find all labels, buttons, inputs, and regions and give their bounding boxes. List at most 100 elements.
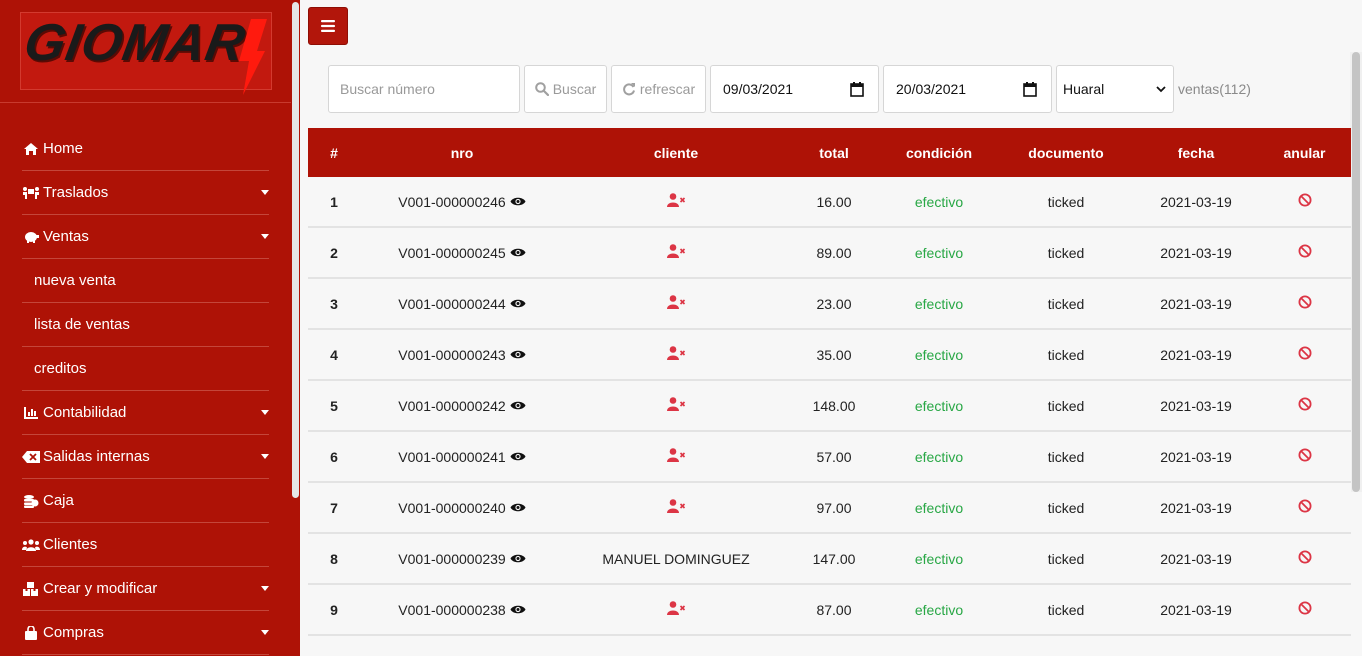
eye-icon[interactable] [510,347,526,363]
header-nro: nro [450,144,474,161]
calendar-icon[interactable] [850,82,864,97]
brand-logo[interactable]: GIOMAR [19,12,272,95]
eye-icon[interactable] [510,398,526,414]
chevron-down-icon [1156,86,1166,93]
cell-cliente [564,432,788,481]
sidebar-item-salidas-internas[interactable]: Salidas internas [22,435,269,479]
cell-cliente [564,228,788,277]
cell-anular [1258,432,1351,481]
cell-num-text: 7 [330,499,338,516]
user-times-icon[interactable] [666,601,686,618]
cell-fecha: 2021-03-19 [1134,279,1258,328]
eye-icon[interactable] [510,296,526,312]
cell-fecha-text: 2021-03-19 [1160,397,1232,414]
cell-cliente [564,330,788,379]
sidebar-item-caja[interactable]: Caja [22,479,269,523]
cell-documento: ticked [998,330,1134,379]
ban-icon[interactable] [1298,550,1312,567]
cell-documento-text: ticked [1047,295,1085,312]
sidebar-item-creditos[interactable]: creditos [22,347,269,391]
user-times-icon[interactable] [666,499,686,516]
ban-icon[interactable] [1298,244,1312,261]
table-body: 1 V001-000000246 16.00 efectivo ticked 2021-0… [308,177,1351,636]
cell-fecha-text: 2021-03-19 [1160,448,1232,465]
sidebar-item-crear-y-modificar[interactable]: Crear y modificar [22,567,269,611]
ban-icon[interactable] [1298,193,1312,210]
sidebar-item-home[interactable]: Home [22,127,269,171]
sidebar-toggle-button[interactable] [308,7,348,45]
cell-num: 8 [308,534,360,583]
sidebar-item-clientes[interactable]: Clientes [22,523,269,567]
ban-icon[interactable] [1298,448,1312,465]
sidebar-item-compras[interactable]: Compras [22,611,269,655]
sidebar-item-lista-de-ventas[interactable]: lista de ventas [22,303,269,347]
cell-anular [1258,381,1351,430]
caret-down-icon [261,190,269,195]
cell-condicion: efectivo [880,534,998,583]
calendar-icon[interactable] [1023,82,1037,97]
sidebar-item-traslados[interactable]: Traslados [22,171,269,215]
ban-icon[interactable] [1298,346,1312,363]
user-times-icon[interactable] [666,244,686,261]
eye-icon[interactable] [510,551,526,567]
cell-total-text: 148.00 [812,397,856,414]
logo-text: GIOMAR [19,14,250,72]
refresh-button[interactable]: refrescar [611,65,706,113]
cell-anular [1258,177,1351,226]
search-button[interactable]: Buscar [524,65,607,113]
search-number-input[interactable]: Buscar número [328,65,520,113]
ban-icon[interactable] [1298,499,1312,516]
cell-nro: V001-000000240 [360,483,564,532]
cell-fecha-text: 2021-03-19 [1160,346,1232,363]
sidebar-item-label: lista de ventas [34,316,130,333]
user-times-icon[interactable] [666,397,686,414]
boxes-icon [22,581,40,597]
store-select[interactable]: Huaral [1056,65,1174,113]
page-scrollbar-thumb[interactable] [1352,52,1360,492]
cell-num-text: 9 [330,601,338,618]
cell-condicion-text: efectivo [914,448,964,465]
cell-nro: V001-000000238 [360,585,564,634]
cell-documento-text: ticked [1047,448,1085,465]
backspace-icon [22,449,40,465]
cell-num: 1 [308,177,360,226]
user-times-icon[interactable] [666,193,686,210]
ban-icon[interactable] [1298,397,1312,414]
cell-total: 57.00 [788,432,880,481]
sidebar-item-nueva-venta[interactable]: nueva venta [22,259,269,303]
cell-anular [1258,534,1351,583]
sidebar-item-ventas[interactable]: Ventas [22,215,269,259]
cell-condicion-text: efectivo [914,193,964,210]
eye-icon[interactable] [510,194,526,210]
cell-anular [1258,330,1351,379]
table-header: # nro cliente total condición documento … [308,128,1351,177]
cell-documento: ticked [998,177,1134,226]
cell-documento-text: ticked [1047,397,1085,414]
sidebar-item-contabilidad[interactable]: Contabilidad [22,391,269,435]
cell-documento: ticked [998,381,1134,430]
cell-nro: V001-000000239 [360,534,564,583]
sidebar-item-label: Caja [43,492,74,509]
eye-icon[interactable] [510,602,526,618]
sidebar-scrollbar[interactable] [291,0,300,656]
user-times-icon[interactable] [666,346,686,363]
cell-num-text: 4 [330,346,338,363]
store-select-value: Huaral [1063,81,1105,97]
eye-icon[interactable] [510,245,526,261]
cell-fecha: 2021-03-19 [1134,432,1258,481]
page-scrollbar[interactable] [1350,52,1362,492]
date-from-input[interactable]: 09/03/2021 [710,65,879,113]
date-to-input[interactable]: 20/03/2021 [883,65,1052,113]
cell-total: 23.00 [788,279,880,328]
ban-icon[interactable] [1298,295,1312,312]
user-times-icon[interactable] [666,295,686,312]
cell-fecha: 2021-03-19 [1134,534,1258,583]
ban-icon[interactable] [1298,601,1312,618]
header-fecha: fecha [1177,144,1215,161]
eye-icon[interactable] [510,500,526,516]
cell-nro: V001-000000244 [360,279,564,328]
eye-icon[interactable] [510,449,526,465]
sidebar-scrollbar-thumb[interactable] [292,2,299,498]
user-times-icon[interactable] [666,448,686,465]
caret-down-icon [261,454,269,459]
